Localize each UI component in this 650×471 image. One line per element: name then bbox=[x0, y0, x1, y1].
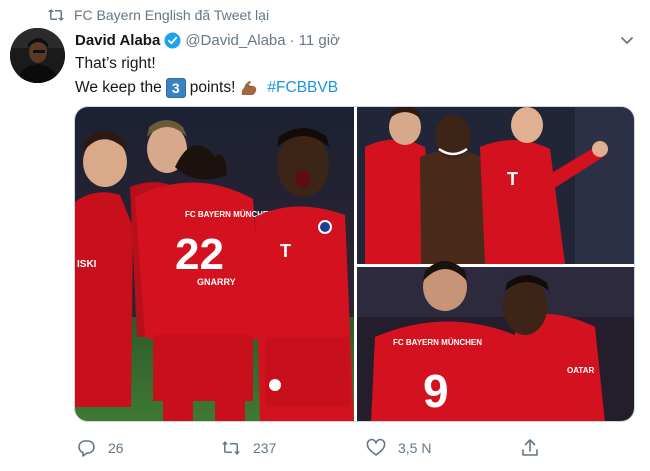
retweet-button[interactable]: 237 bbox=[221, 438, 276, 458]
like-button[interactable]: 3,5 N bbox=[366, 438, 431, 458]
jersey-number-bottom: 9 bbox=[423, 365, 449, 417]
keycap-emoji: 3 bbox=[165, 78, 186, 98]
media-photo-2[interactable]: T bbox=[357, 107, 635, 264]
jersey-sponsor-text-2: T bbox=[507, 169, 518, 189]
tweet[interactable]: FC Bayern English đã Tweet lại David Ala… bbox=[0, 0, 650, 471]
retweet-count: 237 bbox=[253, 440, 277, 456]
retweet-icon bbox=[48, 8, 64, 22]
avatar[interactable] bbox=[10, 28, 65, 83]
tweet-text-line-2: We keep the 3 points! #FCBBVB bbox=[75, 78, 338, 98]
share-button[interactable] bbox=[520, 438, 552, 458]
tweet-actions: 26 237 3,5 N bbox=[76, 438, 556, 462]
tweet-text-part: We keep the bbox=[75, 79, 162, 96]
tweet-text-part: points! bbox=[189, 79, 236, 96]
retweet-icon bbox=[221, 438, 241, 458]
heart-icon bbox=[366, 438, 386, 458]
verified-badge-icon bbox=[164, 32, 181, 49]
jersey-name-text: GNARRY bbox=[197, 277, 236, 287]
sleeve-text: ISKI bbox=[77, 259, 97, 270]
tweet-header: David Alaba @David_Alaba · 11 giờ bbox=[75, 32, 340, 49]
retweet-banner[interactable]: FC Bayern English đã Tweet lại bbox=[48, 6, 269, 24]
user-handle[interactable]: @David_Alaba bbox=[185, 32, 285, 49]
reply-button[interactable]: 26 bbox=[76, 438, 124, 458]
like-count: 3,5 N bbox=[398, 440, 432, 456]
hashtag-link[interactable]: #FCBBVB bbox=[267, 79, 338, 97]
sleeve-text-2: OATAR bbox=[567, 366, 594, 375]
flexed-biceps-icon bbox=[239, 78, 259, 98]
jersey-club-text-2: FC BAYERN MÜNCHEN bbox=[393, 338, 482, 347]
tweet-text: That’s right! bbox=[75, 55, 156, 72]
timestamp[interactable]: 11 giờ bbox=[299, 32, 340, 49]
tweet-text-line-1: That’s right! bbox=[75, 55, 156, 73]
media-photo-1[interactable]: ISKI FC BAYERN MÜNCHEN 22 GNARRY T bbox=[75, 107, 354, 422]
share-icon bbox=[520, 438, 540, 458]
reply-count: 26 bbox=[108, 440, 124, 456]
retweet-banner-text: FC Bayern English đã Tweet lại bbox=[74, 7, 270, 23]
reply-icon bbox=[76, 438, 96, 458]
media-grid[interactable]: ISKI FC BAYERN MÜNCHEN 22 GNARRY T T FC … bbox=[74, 106, 635, 422]
display-name[interactable]: David Alaba bbox=[75, 32, 160, 49]
separator-dot: · bbox=[289, 32, 295, 49]
jersey-number-left: 22 bbox=[175, 230, 224, 279]
chevron-down-icon[interactable] bbox=[619, 34, 635, 48]
jersey-sponsor-text: T bbox=[280, 241, 291, 261]
media-photo-3[interactable]: FC BAYERN MÜNCHEN 9 OATAR bbox=[357, 261, 635, 422]
